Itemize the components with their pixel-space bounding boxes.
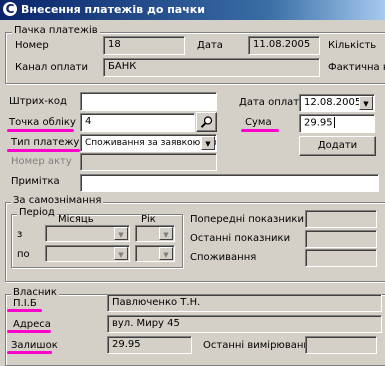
note-input[interactable]	[80, 174, 379, 192]
payment-type-highlight	[7, 149, 80, 152]
batch-date-field: 11.08.2005	[248, 36, 320, 55]
name-label: П.І.Б	[13, 298, 37, 309]
period-title: Період	[17, 207, 57, 218]
consumption-label: Споживання	[190, 252, 257, 263]
magnifier-icon	[200, 116, 212, 128]
to-label: по	[17, 249, 30, 260]
act-number-input[interactable]	[80, 153, 217, 171]
channel-field: БАНК	[103, 58, 320, 77]
chevron-down-icon[interactable]: ▼	[114, 247, 128, 260]
chevron-down-icon[interactable]: ▼	[159, 247, 173, 260]
year-header: Рік	[141, 214, 156, 225]
lookup-button[interactable]	[196, 112, 217, 132]
last-readings-label: Останні показники	[190, 233, 291, 244]
chevron-down-icon[interactable]: ▼	[159, 227, 173, 240]
barcode-input[interactable]	[80, 92, 217, 111]
self-reading-title: За самознімання	[11, 195, 104, 206]
balance-field: 29.95	[107, 336, 192, 354]
actual-count-label: Фактична кіл	[328, 62, 385, 73]
add-button[interactable]: Додати	[299, 136, 376, 156]
owner-address-field: вул. Миру 45	[107, 315, 382, 333]
batch-number-label: Номер	[15, 40, 49, 51]
chevron-down-icon[interactable]: ▼	[114, 227, 128, 240]
address-label: Адреса	[13, 319, 51, 330]
from-month-select[interactable]: ▼	[45, 225, 130, 242]
point-label: Точка обліку	[9, 117, 76, 128]
sum-input[interactable]: 29.95	[299, 114, 375, 133]
batch-count-label: Кількість	[328, 40, 377, 51]
from-year-select[interactable]: ▼	[135, 225, 175, 242]
to-year-select[interactable]: ▼	[135, 245, 175, 262]
point-label-highlight	[7, 129, 74, 132]
barcode-label: Штрих-код	[9, 96, 67, 107]
sum-value: 29.95	[304, 117, 333, 129]
to-month-select[interactable]: ▼	[45, 245, 130, 262]
note-label: Примітка	[11, 176, 60, 187]
from-label: з	[17, 229, 23, 240]
batch-number-field: 18	[103, 36, 185, 55]
prev-readings-field[interactable]	[305, 210, 377, 228]
pay-date-label: Дата оплати	[239, 97, 306, 108]
sum-label: Сума	[245, 117, 272, 128]
sum-label-highlight	[241, 129, 279, 132]
last-measure-field	[305, 336, 377, 354]
owner-title: Власник	[11, 287, 59, 298]
pay-date-picker[interactable]: 12.08.2005 ▼	[299, 94, 375, 112]
title-bar[interactable]: C Внесення платежів до пачки	[0, 0, 385, 20]
balance-label-highlight	[7, 351, 52, 354]
text-caret	[333, 117, 335, 128]
address-label-highlight	[7, 330, 51, 333]
app-icon: C	[3, 2, 17, 16]
payment-type-value: Споживання за заявкою або	[85, 138, 217, 148]
chevron-down-icon[interactable]: ▼	[359, 96, 373, 110]
last-readings-field[interactable]	[305, 230, 377, 248]
balance-label: Залишок	[11, 340, 58, 351]
channel-label: Канал оплати	[15, 62, 88, 73]
batch-date-label: Дата	[197, 40, 223, 51]
owner-name-field: Павлюченко Т.Н.	[107, 294, 382, 312]
last-measure-label: Останні вимірювання	[203, 340, 316, 351]
act-number-label: Номер акту	[11, 156, 72, 167]
batch-group-title: Пачка платежів	[12, 25, 100, 36]
chevron-down-icon[interactable]: ▼	[201, 136, 215, 150]
point-input[interactable]: 4	[80, 113, 195, 132]
pay-date-value: 12.08.2005	[304, 97, 362, 108]
month-header: Місяць	[58, 214, 94, 225]
consumption-field	[305, 249, 377, 267]
window-title: Внесення платежів до пачки	[21, 3, 205, 16]
payment-type-select[interactable]: Споживання за заявкою або ▼	[80, 134, 217, 152]
payment-type-label: Тип платежу	[11, 137, 80, 148]
name-label-highlight	[7, 309, 42, 312]
prev-readings-label: Попередні показники	[190, 214, 304, 225]
